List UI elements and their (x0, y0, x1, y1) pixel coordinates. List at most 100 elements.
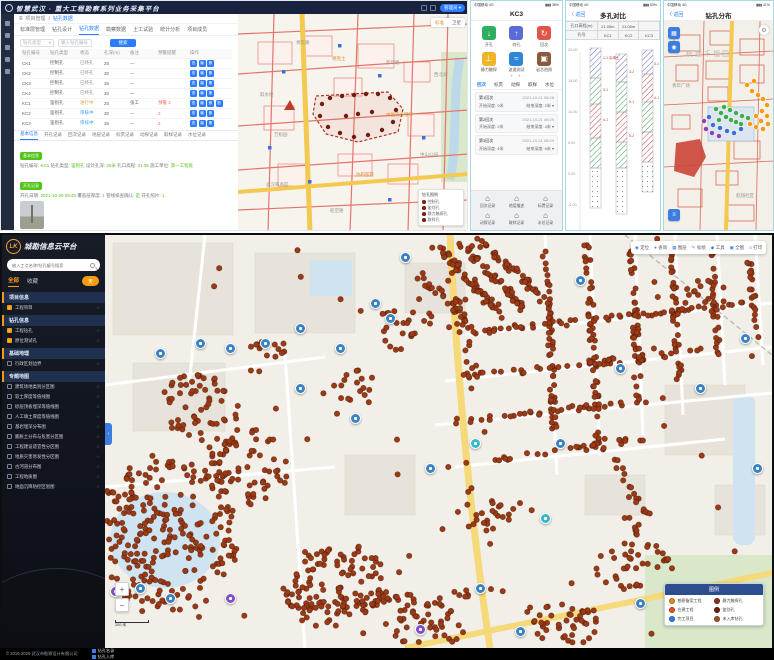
row-action-button[interactable]: 查 (190, 90, 197, 97)
table-row[interactable]: CK1控制孔已终孔25—查编删 (20, 58, 232, 68)
distribution-map[interactable]: 统建千福园 青年广场航翔社区 ▦ ◉ ≡ ⚙ (664, 21, 773, 230)
layer-item[interactable]: 地质灾害易发性分区图☆ (2, 452, 105, 462)
action-标贯记录[interactable]: ⌂标贯记录 (531, 195, 560, 209)
record-card[interactable]: 第1回次2021-10-21 08:28开始深度: 0米结束深度: 2米 ▾ (475, 92, 558, 112)
layer-item[interactable]: 行政区划边界☆ (2, 359, 105, 369)
table-row[interactable]: CK3控制孔已终孔25—查编删 (20, 78, 232, 88)
tab-7[interactable]: 项目成员 (187, 26, 207, 35)
detail-tab-3[interactable]: 回次记录 (68, 132, 86, 140)
table-row[interactable]: CK4控制孔已终孔30—查编删 (20, 88, 232, 98)
project-map-panel[interactable]: 青年路新华路万松园西北湖取水楼武汉商务区航空路中山公园中国农业银行协和医院德克士… (238, 14, 468, 231)
sidebar-collapse-handle[interactable]: ‹ (105, 423, 112, 445)
favorite-star-icon[interactable]: ☆ (96, 444, 100, 450)
favorite-star-icon[interactable]: ☆ (96, 474, 100, 480)
tab-标贯[interactable]: 标贯 (494, 82, 503, 88)
layer-checkbox[interactable] (7, 464, 12, 469)
basemap-option[interactable]: 卫星 (448, 18, 465, 27)
blue-project-marker[interactable] (695, 383, 706, 394)
search-icon[interactable] (90, 263, 95, 268)
layer-item[interactable]: 工程建设适宜性分区图☆ (2, 442, 105, 452)
detail-tab-5[interactable]: 标贯记录 (116, 132, 134, 140)
zoom-in-button[interactable]: + (115, 582, 129, 596)
action-取样记录[interactable]: ⌂取样记录 (502, 212, 531, 226)
blue-project-marker[interactable] (335, 343, 346, 354)
row-action-button[interactable]: 删 (207, 70, 214, 77)
blue-project-marker[interactable] (475, 583, 486, 594)
tab-水位[interactable]: 水位 (545, 82, 554, 88)
blue-project-marker[interactable] (165, 593, 176, 604)
gear-icon[interactable]: ⚙ (759, 25, 769, 35)
list-button[interactable]: ≡ (668, 209, 680, 221)
blue-project-marker[interactable] (350, 413, 361, 424)
row-action-button[interactable]: 删 (207, 110, 214, 117)
row-action-button[interactable]: 查 (190, 120, 197, 127)
row-action-button[interactable]: 编 (199, 110, 206, 117)
layer-checkbox[interactable] (7, 484, 12, 489)
row-action-button[interactable]: 删 (207, 100, 214, 107)
blue-project-marker[interactable] (615, 363, 626, 374)
detail-tab-4[interactable]: 地层记录 (92, 132, 110, 140)
layer-checkbox[interactable] (7, 424, 12, 429)
fullscreen-icon[interactable] (430, 5, 436, 11)
row-action-button[interactable]: 编 (199, 60, 206, 67)
nav-home-icon[interactable] (5, 21, 10, 26)
layer-checkbox[interactable] (7, 474, 12, 479)
detail-tab-2[interactable]: 开孔记录 (44, 132, 62, 140)
detail-tab-6[interactable]: 动探记录 (140, 132, 158, 140)
table-row[interactable]: CK2控制孔已终孔30—查编删 (20, 68, 232, 78)
tab-2[interactable]: 钻孔设计 (52, 26, 72, 35)
blue-project-marker[interactable] (400, 252, 411, 263)
search-button[interactable]: 搜索 (110, 39, 136, 47)
nav-report-icon[interactable] (5, 57, 10, 62)
layer-item[interactable]: 古河道分布图☆ (2, 462, 105, 472)
action-水位记录[interactable]: ⌂水位记录 (531, 212, 560, 226)
blue-project-marker[interactable] (295, 383, 306, 394)
nav-data-icon[interactable] (5, 45, 10, 50)
tool-定位[interactable]: ◉定位 (635, 245, 649, 251)
layer-checkbox[interactable]: ✓ (7, 328, 12, 333)
section-header[interactable]: 专题地图 (2, 371, 105, 382)
blue-project-marker[interactable] (135, 583, 146, 594)
detail-tab-7[interactable]: 取样记录 (164, 132, 182, 140)
record-card[interactable]: 第2回次2021-10-21 08:29开始深度: 2米结束深度: 4米 ▾ (475, 114, 558, 134)
blue-project-marker[interactable] (555, 438, 566, 449)
blue-project-marker[interactable] (740, 333, 751, 344)
row-action-button[interactable]: 编 (199, 80, 206, 87)
app-icon-终孔[interactable]: ↑终孔 (503, 26, 531, 48)
search-box[interactable] (7, 259, 100, 271)
blue-project-marker[interactable] (752, 463, 763, 474)
blue-project-marker[interactable] (425, 463, 436, 474)
row-action-button[interactable]: 查 (190, 100, 197, 107)
row-action-button[interactable]: 查 (190, 60, 197, 67)
nav-settings-icon[interactable] (5, 69, 10, 74)
favorite-star-icon[interactable]: ☆ (96, 394, 100, 400)
tab-5[interactable]: 土工试验 (133, 26, 153, 35)
favorite-star-icon[interactable]: ☆ (96, 361, 100, 367)
layer-checkbox[interactable] (7, 444, 12, 449)
layer-item[interactable]: 膨胀土分布与危害分区图☆ (2, 432, 105, 442)
tab-6[interactable]: 统计分析 (160, 26, 180, 35)
locate-button[interactable]: ◉ (668, 41, 680, 53)
code-input[interactable]: 输入钻孔编号 (58, 39, 92, 47)
row-action-button[interactable]: 查 (190, 110, 197, 117)
layer-checkbox[interactable] (7, 394, 12, 399)
favorite-star-icon[interactable]: ☆ (96, 328, 100, 334)
favorite-star-icon[interactable]: ☆ (96, 384, 100, 390)
app-icon-岩芯拍照[interactable]: ▣岩芯拍照 (530, 52, 558, 74)
app-icon-静力触探[interactable]: ⊥静力触探 (475, 52, 503, 74)
app-icon-回次[interactable]: ↻回次 (530, 26, 558, 48)
section-header[interactable]: 项目信息 (2, 292, 105, 303)
layer-checkbox[interactable]: ✓ (7, 338, 12, 343)
blue-project-marker[interactable] (635, 598, 646, 609)
tool-全图[interactable]: ▣全图 (730, 245, 745, 251)
favorite-star-icon[interactable]: ☆ (96, 484, 100, 490)
row-action-button[interactable]: 编 (199, 120, 206, 127)
layer-item[interactable]: 基岩埋深分布图☆ (2, 422, 105, 432)
blue-project-marker[interactable] (575, 275, 586, 286)
layer-item[interactable]: ✓工程钻孔☆ (2, 326, 105, 336)
tab-3[interactable]: 钻孔数据 (79, 25, 99, 35)
tool-工具[interactable]: ◆工具 (711, 245, 725, 251)
hamburger-icon[interactable]: ≡ (19, 16, 23, 22)
blue-project-marker[interactable] (515, 626, 526, 637)
action-回次记录[interactable]: ⌂回次记录 (473, 195, 502, 209)
